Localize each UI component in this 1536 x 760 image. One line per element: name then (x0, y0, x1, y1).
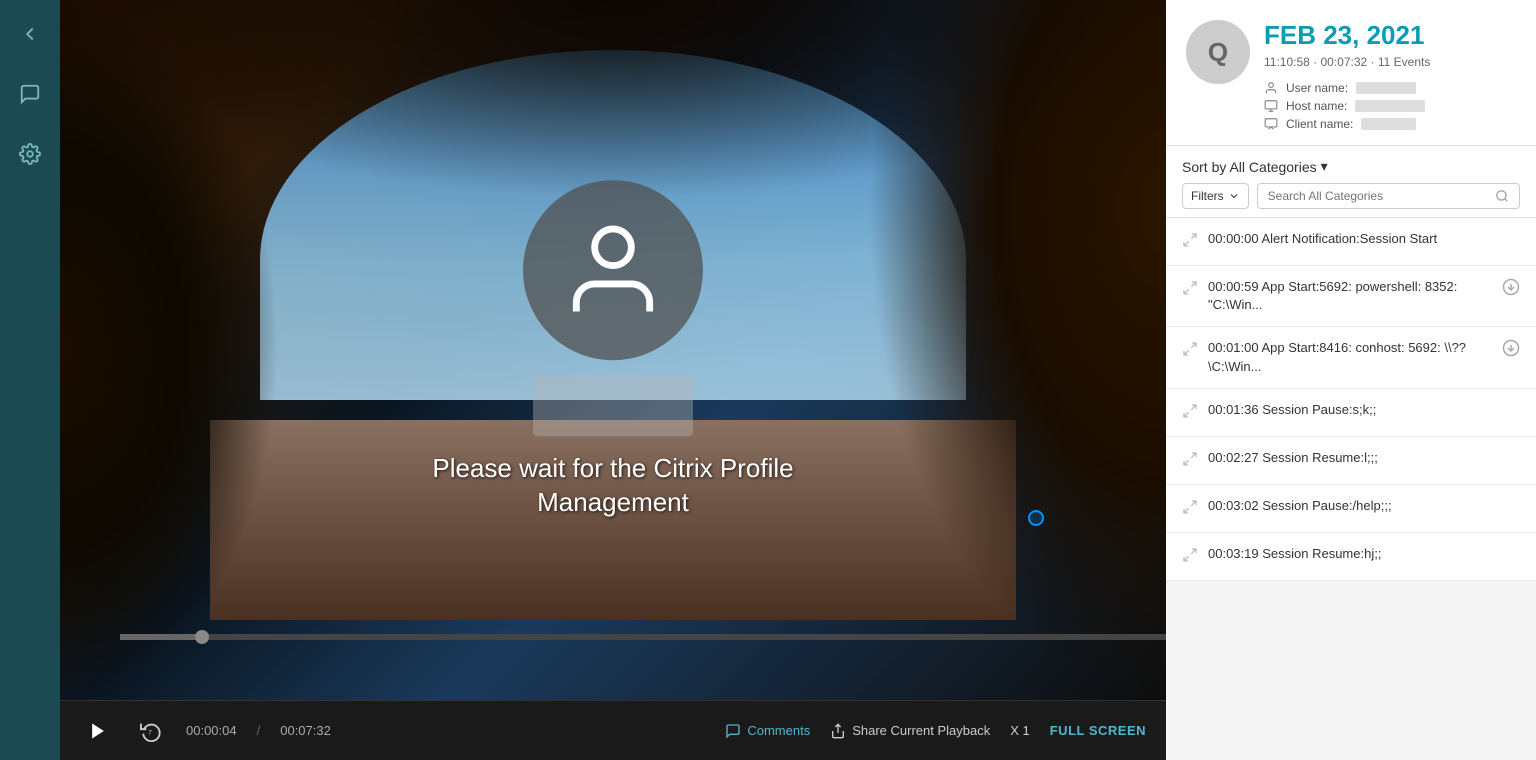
video-controls: 7 00:00:04 / 00:07:32 Comments Share Cur… (60, 700, 1166, 760)
event-item[interactable]: 00:00:00 Alert Notification:Session Star… (1166, 218, 1536, 266)
event-text-3: 00:01:36 Session Pause:s;k;; (1208, 402, 1376, 417)
right-panel: Q FEB 23, 2021 11:10:58 · 00:07:32 · 11 … (1166, 0, 1536, 760)
event-icon-4 (1182, 451, 1198, 472)
event-item-3[interactable]: 00:01:36 Session Pause:s;k;; (1166, 389, 1536, 437)
event-item-6[interactable]: 00:03:19 Session Resume:hj;; (1166, 533, 1536, 581)
user-icon (1264, 81, 1278, 95)
video-background: Please wait for the Citrix Profile Manag… (60, 0, 1166, 700)
back-button[interactable] (12, 16, 48, 52)
session-meta: 11:10:58 · 00:07:32 · 11 Events (1264, 55, 1516, 69)
speed-display: X 1 (1010, 723, 1030, 738)
search-icon (1495, 189, 1509, 203)
host-icon (1264, 99, 1278, 113)
search-box[interactable] (1257, 183, 1520, 209)
main-content: Please wait for the Citrix Profile Manag… (60, 0, 1166, 760)
rewind-button[interactable]: 7 (136, 716, 166, 746)
host-name-label: Host name: (1286, 99, 1347, 113)
event-icon-2 (1182, 341, 1198, 362)
event-item-4[interactable]: 00:02:27 Session Resume:l;;; (1166, 437, 1536, 485)
fullscreen-button[interactable]: FULL SCREEN (1050, 723, 1146, 738)
login-overlay: Please wait for the Citrix Profile Manag… (413, 180, 813, 520)
login-message: Please wait for the Citrix Profile Manag… (413, 452, 813, 520)
event-text-0: 00:00:00 Alert Notification:Session Star… (1208, 231, 1437, 246)
event-content-1: 00:00:59 App Start:5692: powershell: 835… (1208, 278, 1492, 314)
event-text-6: 00:03:19 Session Resume:hj;; (1208, 546, 1381, 561)
event-icon-0 (1182, 232, 1198, 253)
sort-dropdown[interactable]: Sort by All Categories ▾ (1182, 158, 1520, 175)
event-text-2: 00:01:00 App Start:8416: conhost: 5692: … (1208, 340, 1466, 373)
event-item-5[interactable]: 00:03:02 Session Pause:/help;;; (1166, 485, 1536, 533)
event-text-5: 00:03:02 Session Pause:/help;;; (1208, 498, 1392, 513)
sort-chevron-icon: ▾ (1321, 158, 1328, 175)
event-icon-3 (1182, 403, 1198, 424)
filters-button[interactable]: Filters (1182, 183, 1249, 209)
cave-top-bg (60, 0, 1166, 200)
sort-label-text: Sort by All Categories (1182, 159, 1317, 175)
event-icon-1 (1182, 280, 1198, 301)
video-progress-bar[interactable] (120, 634, 1166, 640)
event-expand-2[interactable] (1502, 339, 1520, 362)
svg-text:7: 7 (148, 729, 152, 736)
session-header: Q FEB 23, 2021 11:10:58 · 00:07:32 · 11 … (1166, 0, 1536, 146)
filters-chevron-icon (1228, 190, 1240, 202)
login-input-placeholder (533, 376, 693, 436)
event-icon-6 (1182, 547, 1198, 568)
filters-label: Filters (1191, 189, 1224, 203)
client-name-label: Client name: (1286, 117, 1353, 131)
event-expand-1[interactable] (1502, 278, 1520, 301)
event-text-4: 00:02:27 Session Resume:l;;; (1208, 450, 1378, 465)
video-area[interactable]: Please wait for the Citrix Profile Manag… (60, 0, 1166, 700)
sort-bar: Sort by All Categories ▾ Filters (1166, 146, 1536, 218)
cursor-indicator (1028, 510, 1044, 526)
total-time-display: 00:07:32 (280, 723, 331, 738)
user-name-label: User name: (1286, 81, 1348, 95)
session-avatar: Q (1186, 20, 1250, 84)
event-content-6: 00:03:19 Session Resume:hj;; (1208, 545, 1520, 563)
client-name-value (1361, 118, 1416, 130)
events-list: 00:00:00 Alert Notification:Session Star… (1166, 218, 1536, 760)
event-icon-5 (1182, 499, 1198, 520)
play-button[interactable] (80, 713, 116, 749)
share-label: Share Current Playback (852, 723, 990, 738)
progress-thumb (195, 630, 209, 644)
event-item-1[interactable]: 00:00:59 App Start:5692: powershell: 835… (1166, 266, 1536, 327)
comments-label: Comments (747, 723, 810, 738)
event-content-0: 00:00:00 Alert Notification:Session Star… (1208, 230, 1520, 248)
event-content-4: 00:02:27 Session Resume:l;;; (1208, 449, 1520, 467)
event-content-3: 00:01:36 Session Pause:s;k;; (1208, 401, 1520, 419)
user-name-value (1356, 82, 1416, 94)
sidebar (0, 0, 60, 760)
user-avatar-circle (523, 180, 703, 360)
comment-button[interactable] (12, 76, 48, 112)
comments-button[interactable]: Comments (725, 723, 810, 739)
client-icon (1264, 117, 1278, 131)
settings-button[interactable] (12, 136, 48, 172)
event-content-2: 00:01:00 App Start:8416: conhost: 5692: … (1208, 339, 1492, 375)
time-display: 00:00:04 (186, 723, 237, 738)
event-content-5: 00:03:02 Session Pause:/help;;; (1208, 497, 1520, 515)
event-item-2[interactable]: 00:01:00 App Start:8416: conhost: 5692: … (1166, 327, 1536, 388)
progress-fill (120, 634, 204, 640)
session-date: FEB 23, 2021 (1264, 20, 1516, 51)
event-text-1: 00:00:59 App Start:5692: powershell: 835… (1208, 279, 1457, 312)
host-name-value (1355, 100, 1425, 112)
search-input[interactable] (1268, 189, 1495, 203)
share-button[interactable]: Share Current Playback (830, 723, 990, 739)
